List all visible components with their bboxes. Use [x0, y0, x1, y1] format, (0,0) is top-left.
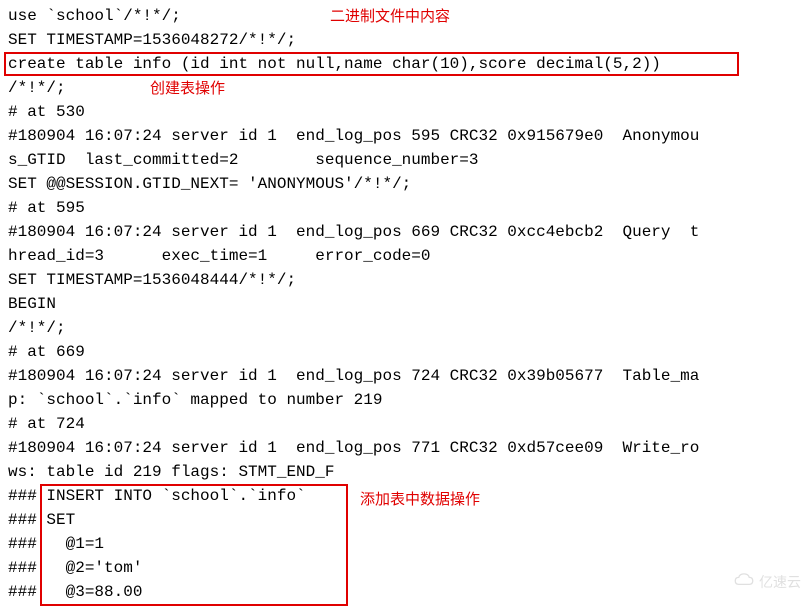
log-line: BEGIN — [8, 292, 803, 316]
log-line: SET TIMESTAMP=1536048272/*!*/; — [8, 28, 803, 52]
log-line: hread_id=3 exec_time=1 error_code=0 — [8, 244, 803, 268]
log-line: # at 724 — [8, 412, 803, 436]
log-line: SET @@SESSION.GTID_NEXT= 'ANONYMOUS'/*!*… — [8, 172, 803, 196]
watermark-text: 亿速云 — [759, 572, 801, 593]
log-line: ### @3=88.00 — [8, 580, 803, 604]
log-line: p: `school`.`info` mapped to number 219 — [8, 388, 803, 412]
log-line: # at 530 — [8, 100, 803, 124]
log-line: /*!*/; — [8, 76, 803, 100]
watermark: 亿速云 — [733, 572, 801, 593]
log-line: SET TIMESTAMP=1536048444/*!*/; — [8, 268, 803, 292]
log-line: ### SET — [8, 508, 803, 532]
log-line: #180904 16:07:24 server id 1 end_log_pos… — [8, 124, 803, 148]
cloud-icon — [733, 572, 755, 593]
log-line: # at 595 — [8, 196, 803, 220]
log-line: #180904 16:07:24 server id 1 end_log_pos… — [8, 220, 803, 244]
log-line: # at 669 — [8, 340, 803, 364]
annotation-binary-content: 二进制文件中内容 — [330, 6, 450, 29]
log-line: #180904 16:07:24 server id 1 end_log_pos… — [8, 436, 803, 460]
log-line: #180904 16:07:24 server id 1 end_log_pos… — [8, 364, 803, 388]
log-line: s_GTID last_committed=2 sequence_number=… — [8, 148, 803, 172]
log-output: use `school`/*!*/; SET TIMESTAMP=1536048… — [8, 4, 803, 604]
annotation-insert-data: 添加表中数据操作 — [360, 489, 480, 512]
log-line: ### @1=1 — [8, 532, 803, 556]
annotation-create-table: 创建表操作 — [150, 78, 225, 101]
log-line: ws: table id 219 flags: STMT_END_F — [8, 460, 803, 484]
log-line: create table info (id int not null,name … — [8, 52, 803, 76]
log-line: /*!*/; — [8, 316, 803, 340]
log-line: ### @2='tom' — [8, 556, 803, 580]
